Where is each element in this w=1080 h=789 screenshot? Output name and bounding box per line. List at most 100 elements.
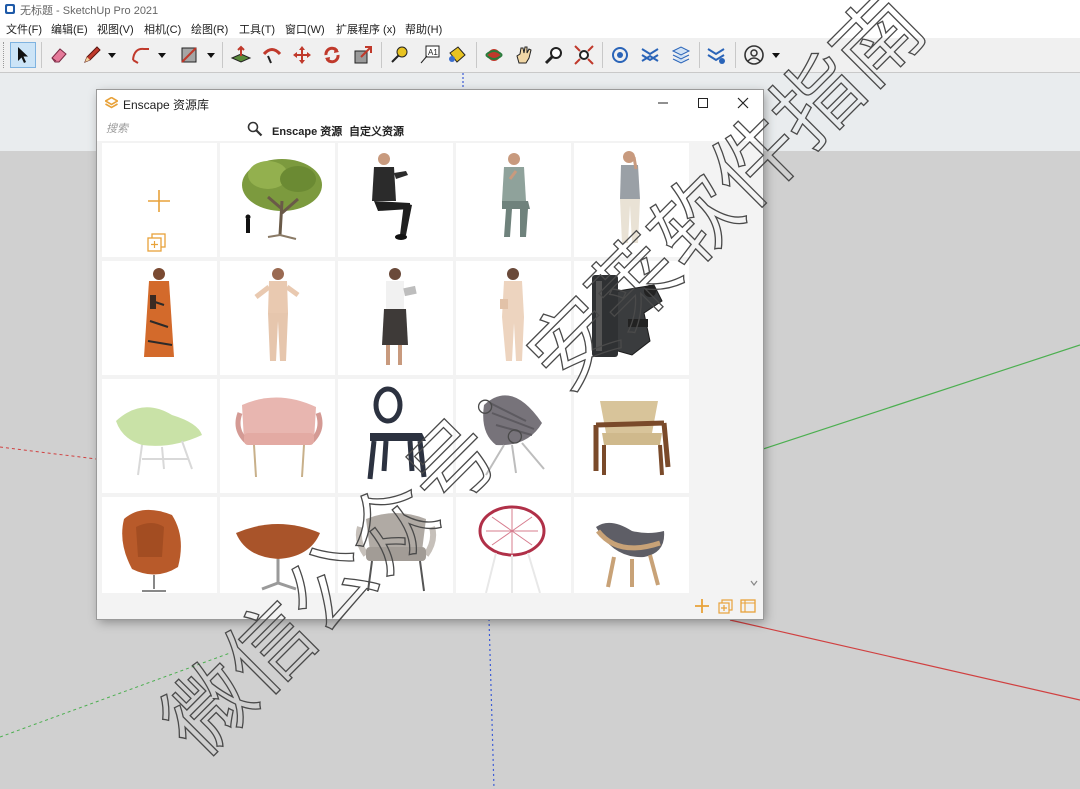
pencil-icon: [84, 46, 101, 63]
menu-draw[interactable]: 绘图(R): [191, 21, 228, 37]
asset-tile[interactable]: [338, 379, 453, 493]
person-seated-grey-suit-thumbnail: [502, 153, 530, 237]
tab-enscape-assets[interactable]: Enscape 资源: [272, 123, 342, 139]
account-button[interactable]: [741, 42, 767, 68]
asset-tile[interactable]: [338, 261, 453, 375]
menu-camera[interactable]: 相机(C): [144, 21, 181, 37]
folder-icon[interactable]: [739, 597, 757, 615]
zoom-icon: [544, 47, 562, 65]
zoom-tool-button[interactable]: [541, 42, 567, 68]
asset-tile[interactable]: [574, 379, 689, 493]
red-axis-dotted: [0, 446, 97, 460]
menu-help[interactable]: 帮助(H): [405, 21, 442, 37]
menu-bar: 文件(F) 编辑(E) 视图(V) 相机(C) 绘图(R) 工具(T) 窗口(W…: [0, 18, 1080, 38]
components-button[interactable]: [668, 42, 694, 68]
scale-icon: [354, 46, 372, 64]
follow-me-tool-button[interactable]: [259, 42, 285, 68]
orbit-tool-button[interactable]: [481, 42, 507, 68]
blue-axis-bottom: [488, 618, 495, 789]
pink-armchair-thumbnail: [235, 397, 323, 478]
warehouse-button[interactable]: [607, 42, 633, 68]
warehouse-icon: [612, 47, 628, 63]
toolbar-separator: [735, 42, 736, 68]
menu-tools[interactable]: 工具(T): [239, 21, 275, 37]
chevron-down-icon[interactable]: [158, 50, 166, 60]
sandbox-button[interactable]: [704, 42, 730, 68]
push-pull-tool-button[interactable]: [228, 42, 254, 68]
scale-tool-button[interactable]: [350, 42, 376, 68]
search-icon[interactable]: [247, 121, 263, 137]
text-tool-button[interactable]: A1: [416, 42, 442, 68]
dialog-title-bar[interactable]: Enscape 资源库: [97, 90, 763, 116]
green-lounge-chair-thumbnail: [116, 407, 202, 476]
maximize-icon: [698, 98, 708, 108]
chevron-down-icon[interactable]: [108, 50, 116, 60]
main-toolbar: A1: [0, 38, 1080, 73]
toolbar-grip[interactable]: [3, 42, 7, 68]
asset-tile[interactable]: [456, 379, 571, 493]
green-axis-dotted: [0, 652, 231, 738]
tab-custom-assets[interactable]: 自定义资源: [349, 123, 406, 143]
account-icon: [744, 45, 764, 65]
menu-file[interactable]: 文件(F): [6, 21, 42, 37]
push-pull-icon: [230, 45, 252, 63]
asset-tile[interactable]: [220, 379, 335, 493]
tree-asset-thumbnail: [242, 159, 322, 240]
app-title: 无标题 - SketchUp Pro 2021: [20, 5, 159, 17]
rotate-icon: [324, 46, 340, 64]
chevron-down-icon[interactable]: [207, 50, 215, 60]
arc-tool-button[interactable]: [128, 42, 154, 68]
shell-chair-grey-thumbnail: [596, 522, 665, 588]
asset-tile[interactable]: [574, 143, 689, 257]
tape-measure-tool-button[interactable]: [386, 42, 412, 68]
menu-view[interactable]: 视图(V): [97, 21, 134, 37]
asset-tile[interactable]: [338, 497, 453, 593]
eraser-tool-button[interactable]: [46, 42, 72, 68]
asset-tile[interactable]: [220, 261, 335, 375]
asset-tile[interactable]: [456, 497, 571, 593]
follow-me-icon: [262, 48, 282, 64]
enscape-logo-icon: [105, 97, 118, 109]
menu-extensions[interactable]: 扩展程序 (x): [336, 21, 396, 37]
asset-tile[interactable]: [456, 261, 571, 375]
asset-tile[interactable]: [456, 143, 571, 257]
rotate-tool-button[interactable]: [319, 42, 345, 68]
text-icon: A1: [420, 45, 440, 64]
maximize-button[interactable]: [683, 90, 723, 116]
minimize-button[interactable]: [643, 90, 683, 116]
select-icon: [18, 47, 28, 63]
pencil-tool-button[interactable]: [79, 42, 105, 68]
zoom-extents-tool-button[interactable]: [571, 42, 597, 68]
asset-tile[interactable]: [102, 379, 217, 493]
rectangle-icon: [181, 47, 197, 63]
chevron-down-icon[interactable]: [772, 50, 780, 60]
sandbox-icon: [707, 48, 725, 64]
add-icon[interactable]: [693, 597, 711, 615]
woman-apron-tablet-thumbnail: [382, 268, 417, 365]
asset-tile[interactable]: [574, 261, 689, 375]
dialog-bottom-bar: [97, 593, 763, 619]
rectangle-tool-button[interactable]: [176, 42, 202, 68]
close-button[interactable]: [723, 90, 763, 116]
scroll-down-chevron-icon[interactable]: [749, 578, 759, 588]
menu-edit[interactable]: 编辑(E): [51, 21, 88, 37]
extension-warehouse-button[interactable]: [637, 42, 663, 68]
paint-bucket-tool-button[interactable]: [444, 42, 470, 68]
asset-tile[interactable]: [102, 261, 217, 375]
select-tool-button[interactable]: [10, 42, 36, 68]
move-tool-button[interactable]: [289, 42, 315, 68]
toolbar-separator: [602, 42, 603, 68]
asset-tile[interactable]: [220, 497, 335, 593]
toolbar-separator: [699, 42, 700, 68]
search-input[interactable]: [104, 120, 243, 138]
asset-tile[interactable]: [102, 497, 217, 593]
add-asset-tile[interactable]: [102, 143, 217, 257]
add-multiple-icon[interactable]: [716, 597, 734, 615]
pan-tool-button[interactable]: [511, 42, 537, 68]
asset-tile[interactable]: [220, 143, 335, 257]
wooden-armchair-thumbnail: [593, 401, 671, 476]
asset-tile[interactable]: [338, 143, 453, 257]
asset-tile[interactable]: [574, 497, 689, 593]
menu-window[interactable]: 窗口(W): [285, 21, 325, 37]
search-row: Enscape 资源 自定义资源: [97, 117, 763, 143]
